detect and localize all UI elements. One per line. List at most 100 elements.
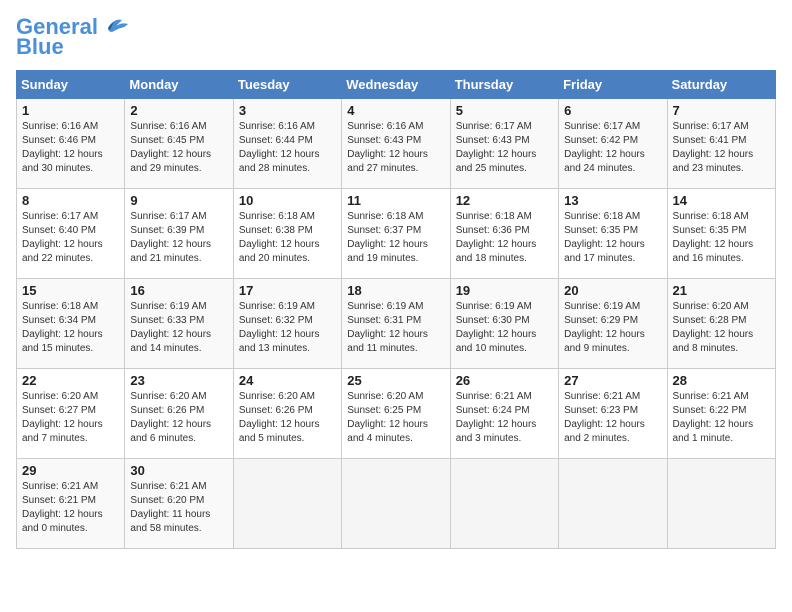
day-info: Sunrise: 6:17 AM Sunset: 6:40 PM Dayligh… [22,210,119,266]
day-number: 5 [456,103,553,118]
day-number: 6 [564,103,661,118]
day-info: Sunrise: 6:18 AM Sunset: 6:36 PM Dayligh… [456,210,553,266]
calendar-week: 15 Sunrise: 6:18 AM Sunset: 6:34 PM Dayli… [17,279,776,369]
calendar: SundayMondayTuesdayWednesdayThursdayFrid… [16,70,776,549]
day-number: 11 [347,193,444,208]
day-number: 15 [22,283,119,298]
day-info: Sunrise: 6:19 AM Sunset: 6:29 PM Dayligh… [564,300,661,356]
day-info: Sunrise: 6:18 AM Sunset: 6:35 PM Dayligh… [673,210,770,266]
day-number: 18 [347,283,444,298]
weekday-header-cell: Sunday [17,71,125,99]
calendar-cell: 16 Sunrise: 6:19 AM Sunset: 6:33 PM Dayli… [125,279,233,369]
day-number: 3 [239,103,336,118]
logo: General Blue [16,16,132,60]
day-number: 26 [456,373,553,388]
day-number: 7 [673,103,770,118]
day-info: Sunrise: 6:18 AM Sunset: 6:34 PM Dayligh… [22,300,119,356]
day-info: Sunrise: 6:17 AM Sunset: 6:41 PM Dayligh… [673,120,770,176]
day-info: Sunrise: 6:19 AM Sunset: 6:31 PM Dayligh… [347,300,444,356]
day-info: Sunrise: 6:19 AM Sunset: 6:32 PM Dayligh… [239,300,336,356]
calendar-cell: 15 Sunrise: 6:18 AM Sunset: 6:34 PM Dayli… [17,279,125,369]
day-number: 2 [130,103,227,118]
day-info: Sunrise: 6:20 AM Sunset: 6:28 PM Dayligh… [673,300,770,356]
day-info: Sunrise: 6:20 AM Sunset: 6:25 PM Dayligh… [347,390,444,446]
day-number: 14 [673,193,770,208]
weekday-header-cell: Saturday [667,71,775,99]
calendar-cell: 21 Sunrise: 6:20 AM Sunset: 6:28 PM Dayli… [667,279,775,369]
calendar-cell: 18 Sunrise: 6:19 AM Sunset: 6:31 PM Dayli… [342,279,450,369]
day-info: Sunrise: 6:16 AM Sunset: 6:46 PM Dayligh… [22,120,119,176]
day-info: Sunrise: 6:17 AM Sunset: 6:42 PM Dayligh… [564,120,661,176]
calendar-cell: 1 Sunrise: 6:16 AM Sunset: 6:46 PM Daylig… [17,99,125,189]
calendar-cell: 6 Sunrise: 6:17 AM Sunset: 6:42 PM Daylig… [559,99,667,189]
calendar-cell: 17 Sunrise: 6:19 AM Sunset: 6:32 PM Dayli… [233,279,341,369]
weekday-header-cell: Thursday [450,71,558,99]
day-info: Sunrise: 6:21 AM Sunset: 6:24 PM Dayligh… [456,390,553,446]
day-info: Sunrise: 6:17 AM Sunset: 6:43 PM Dayligh… [456,120,553,176]
calendar-cell: 7 Sunrise: 6:17 AM Sunset: 6:41 PM Daylig… [667,99,775,189]
day-info: Sunrise: 6:16 AM Sunset: 6:43 PM Dayligh… [347,120,444,176]
calendar-cell: 3 Sunrise: 6:16 AM Sunset: 6:44 PM Daylig… [233,99,341,189]
calendar-cell: 28 Sunrise: 6:21 AM Sunset: 6:22 PM Dayli… [667,369,775,459]
calendar-body: 1 Sunrise: 6:16 AM Sunset: 6:46 PM Daylig… [17,99,776,549]
calendar-cell: 27Sunrise: 6:21 AM Sunset: 6:23 PM Dayli… [559,369,667,459]
calendar-cell: 2Sunrise: 6:16 AM Sunset: 6:45 PM Daylig… [125,99,233,189]
day-info: Sunrise: 6:21 AM Sunset: 6:20 PM Dayligh… [130,480,227,536]
calendar-cell: 23Sunrise: 6:20 AM Sunset: 6:26 PM Dayli… [125,369,233,459]
weekday-header-cell: Friday [559,71,667,99]
calendar-cell: 20 Sunrise: 6:19 AM Sunset: 6:29 PM Dayli… [559,279,667,369]
calendar-cell [667,459,775,549]
calendar-week: 29 Sunrise: 6:21 AM Sunset: 6:21 PM Dayli… [17,459,776,549]
calendar-cell: 26 Sunrise: 6:21 AM Sunset: 6:24 PM Dayli… [450,369,558,459]
calendar-cell: 4Sunrise: 6:16 AM Sunset: 6:43 PM Daylig… [342,99,450,189]
weekday-header-cell: Wednesday [342,71,450,99]
weekday-header: SundayMondayTuesdayWednesdayThursdayFrid… [17,71,776,99]
day-number: 16 [130,283,227,298]
day-number: 23 [130,373,227,388]
calendar-cell [233,459,341,549]
page-header: General Blue [16,16,776,60]
calendar-cell: 10Sunrise: 6:18 AM Sunset: 6:38 PM Dayli… [233,189,341,279]
calendar-cell [559,459,667,549]
day-number: 12 [456,193,553,208]
calendar-cell: 8 Sunrise: 6:17 AM Sunset: 6:40 PM Daylig… [17,189,125,279]
day-info: Sunrise: 6:16 AM Sunset: 6:44 PM Dayligh… [239,120,336,176]
logo-blue: Blue [16,34,64,60]
day-info: Sunrise: 6:18 AM Sunset: 6:35 PM Dayligh… [564,210,661,266]
day-number: 28 [673,373,770,388]
day-number: 22 [22,373,119,388]
weekday-header-cell: Monday [125,71,233,99]
bird-icon [100,14,132,36]
calendar-cell [342,459,450,549]
day-number: 25 [347,373,444,388]
calendar-cell: 29 Sunrise: 6:21 AM Sunset: 6:21 PM Dayli… [17,459,125,549]
day-info: Sunrise: 6:18 AM Sunset: 6:38 PM Dayligh… [239,210,336,266]
calendar-cell: 25 Sunrise: 6:20 AM Sunset: 6:25 PM Dayli… [342,369,450,459]
calendar-cell: 24Sunrise: 6:20 AM Sunset: 6:26 PM Dayli… [233,369,341,459]
weekday-header-cell: Tuesday [233,71,341,99]
day-info: Sunrise: 6:20 AM Sunset: 6:27 PM Dayligh… [22,390,119,446]
calendar-week: 8 Sunrise: 6:17 AM Sunset: 6:40 PM Daylig… [17,189,776,279]
calendar-cell: 22 Sunrise: 6:20 AM Sunset: 6:27 PM Dayli… [17,369,125,459]
day-number: 29 [22,463,119,478]
day-number: 21 [673,283,770,298]
day-number: 27 [564,373,661,388]
day-number: 24 [239,373,336,388]
calendar-cell: 19Sunrise: 6:19 AM Sunset: 6:30 PM Dayli… [450,279,558,369]
day-number: 9 [130,193,227,208]
day-info: Sunrise: 6:17 AM Sunset: 6:39 PM Dayligh… [130,210,227,266]
calendar-cell: 5 Sunrise: 6:17 AM Sunset: 6:43 PM Daylig… [450,99,558,189]
day-number: 17 [239,283,336,298]
day-info: Sunrise: 6:19 AM Sunset: 6:33 PM Dayligh… [130,300,227,356]
calendar-cell [450,459,558,549]
calendar-cell: 9 Sunrise: 6:17 AM Sunset: 6:39 PM Daylig… [125,189,233,279]
calendar-cell: 14 Sunrise: 6:18 AM Sunset: 6:35 PM Dayli… [667,189,775,279]
day-info: Sunrise: 6:21 AM Sunset: 6:21 PM Dayligh… [22,480,119,536]
day-number: 1 [22,103,119,118]
day-info: Sunrise: 6:21 AM Sunset: 6:22 PM Dayligh… [673,390,770,446]
day-number: 20 [564,283,661,298]
calendar-week: 22 Sunrise: 6:20 AM Sunset: 6:27 PM Dayli… [17,369,776,459]
day-number: 8 [22,193,119,208]
calendar-cell: 30Sunrise: 6:21 AM Sunset: 6:20 PM Dayli… [125,459,233,549]
day-info: Sunrise: 6:18 AM Sunset: 6:37 PM Dayligh… [347,210,444,266]
